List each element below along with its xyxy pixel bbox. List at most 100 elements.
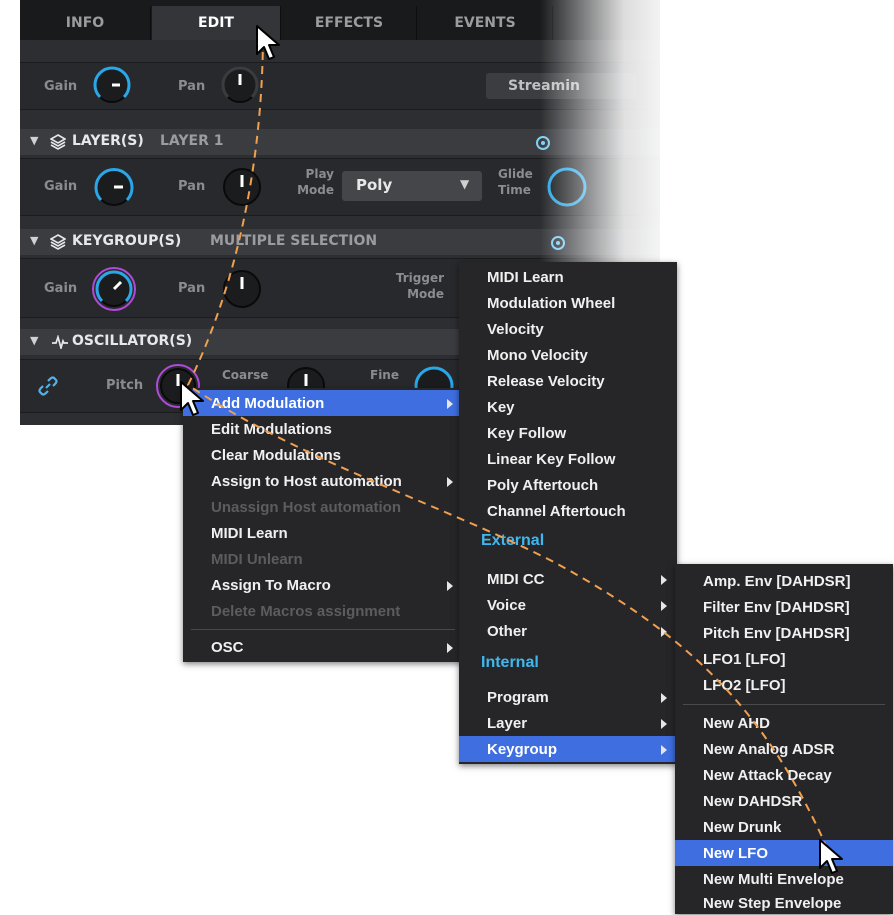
submenu-arrow-icon: [661, 627, 667, 637]
menu-item-label: Key: [487, 398, 515, 416]
menu-item-label: Assign to Host automation: [211, 472, 402, 490]
menu-item-label: Unassign Host automation: [211, 498, 402, 516]
layer-gain-knob[interactable]: [92, 165, 136, 209]
menu-item-label: OSC: [211, 638, 244, 656]
trigger-mode-label-2: Mode: [407, 287, 444, 301]
disclosure-triangle-icon[interactable]: ▼: [30, 134, 38, 147]
kg-item-lfo2[interactable]: LFO2 [LFO]: [675, 672, 893, 698]
link-icon[interactable]: [38, 376, 58, 396]
keygroup-gain-knob[interactable]: [90, 265, 138, 313]
menu-item-label: New Analog ADSR: [703, 740, 835, 758]
layer-header-value: LAYER 1: [160, 133, 224, 149]
layer-header-label: LAYER(S): [72, 133, 144, 149]
menu-item-label: Channel Aftertouch: [487, 502, 626, 520]
mod-item-poly-aftertouch[interactable]: Poly Aftertouch: [459, 472, 677, 498]
menu-item-label: Edit Modulations: [211, 420, 332, 438]
pitch-label: Pitch: [106, 378, 144, 393]
kg-item-new-lfo[interactable]: New LFO: [675, 840, 893, 866]
menu-item-osc[interactable]: OSC: [183, 634, 463, 660]
layer-pan-knob[interactable]: [220, 165, 264, 209]
tab-info[interactable]: INFO: [20, 6, 151, 40]
mod-item-mono-velocity[interactable]: Mono Velocity: [459, 342, 677, 368]
mouse-pointer-icon: [819, 839, 843, 874]
tab-events[interactable]: EVENTS: [418, 6, 553, 40]
tab-effects-label: EFFECTS: [314, 15, 384, 31]
mod-item-modulation-wheel[interactable]: Modulation Wheel: [459, 290, 677, 316]
kg-item-amp-env[interactable]: Amp. Env [DAHDSR]: [675, 568, 893, 594]
menu-item-label: New AHD: [703, 714, 770, 732]
play-mode-label-1: Play: [305, 167, 334, 181]
section-heading-external: External: [481, 532, 545, 549]
mod-item-velocity[interactable]: Velocity: [459, 316, 677, 342]
menu-item-label: Clear Modulations: [211, 446, 342, 464]
menu-item-label: Linear Key Follow: [487, 450, 616, 468]
menu-item-label: New Drunk: [703, 818, 782, 836]
menu-separator: [191, 629, 455, 630]
menu-item-label: Voice: [487, 596, 526, 614]
mod-item-key-follow[interactable]: Key Follow: [459, 420, 677, 446]
mod-item-release-velocity[interactable]: Release Velocity: [459, 368, 677, 394]
kg-item-lfo1[interactable]: LFO1 [LFO]: [675, 646, 893, 672]
menu-item-label: Other: [487, 622, 528, 640]
mod-item-midi-learn[interactable]: MIDI Learn: [459, 264, 677, 290]
fine-label: Fine: [370, 368, 399, 382]
mod-item-keygroup[interactable]: Keygroup: [459, 736, 677, 762]
program-gain-label: Gain: [44, 79, 78, 94]
play-mode-select[interactable]: Poly ▼: [342, 171, 482, 201]
kg-item-new-attack-decay[interactable]: New Attack Decay: [675, 762, 893, 788]
disclosure-triangle-icon[interactable]: ▼: [30, 334, 38, 347]
keygroup-header-value: MULTIPLE SELECTION: [210, 233, 378, 249]
mod-item-midi-cc[interactable]: MIDI CC: [459, 566, 677, 592]
menu-item-add-modulation[interactable]: Add Modulation: [183, 390, 463, 416]
tab-info-label: INFO: [65, 15, 105, 31]
keygroup-pan-label: Pan: [178, 281, 206, 296]
submenu-arrow-icon: [447, 477, 453, 487]
submenu-arrow-icon: [661, 575, 667, 585]
kg-item-new-step-envelope[interactable]: New Step Envelope: [675, 892, 893, 914]
menu-item-edit-modulations[interactable]: Edit Modulations: [183, 416, 463, 442]
keygroup-pan-knob[interactable]: [220, 267, 264, 311]
kg-item-new-drunk[interactable]: New Drunk: [675, 814, 893, 840]
submenu-arrow-icon: [447, 399, 453, 409]
kg-item-pitch-env[interactable]: Pitch Env [DAHDSR]: [675, 620, 893, 646]
tab-effects[interactable]: EFFECTS: [282, 6, 417, 40]
kg-item-new-multi-envelope[interactable]: New Multi Envelope: [675, 866, 893, 892]
menu-item-clear-modulations[interactable]: Clear Modulations: [183, 442, 463, 468]
chevron-down-icon: ▼: [460, 177, 470, 191]
kg-item-new-dahdsr[interactable]: New DAHDSR: [675, 788, 893, 814]
submenu-arrow-icon: [661, 601, 667, 611]
menu-item-label: New Step Envelope: [703, 894, 842, 912]
menu-item-label: Velocity: [487, 320, 544, 338]
menu-item-label: Modulation Wheel: [487, 294, 616, 312]
menu-item-assign-host-automation[interactable]: Assign to Host automation: [183, 468, 463, 494]
mod-item-voice[interactable]: Voice: [459, 592, 677, 618]
layers-icon: [50, 134, 66, 150]
program-gain-knob[interactable]: [92, 65, 132, 105]
mod-item-other[interactable]: Other: [459, 618, 677, 644]
menu-item-label: Release Velocity: [487, 372, 605, 390]
mod-item-linear-key-follow[interactable]: Linear Key Follow: [459, 446, 677, 472]
kg-item-new-analog-adsr[interactable]: New Analog ADSR: [675, 736, 893, 762]
submenu-arrow-icon: [447, 581, 453, 591]
menu-item-assign-to-macro[interactable]: Assign To Macro: [183, 572, 463, 598]
menu-item-delete-macros-assignment: Delete Macros assignment: [183, 598, 463, 624]
layer-pan-label: Pan: [178, 179, 206, 194]
mod-item-channel-aftertouch[interactable]: Channel Aftertouch: [459, 498, 677, 524]
mod-item-program[interactable]: Program: [459, 684, 677, 710]
section-heading-internal: Internal: [481, 654, 539, 671]
menu-item-midi-unlearn: MIDI Unlearn: [183, 546, 463, 572]
menu-item-label: MIDI Learn: [211, 524, 288, 542]
menu-item-label: Amp. Env [DAHDSR]: [703, 572, 851, 590]
program-pan-knob[interactable]: [220, 65, 260, 105]
mod-item-layer[interactable]: Layer: [459, 710, 677, 736]
kg-item-new-ahd[interactable]: New AHD: [675, 710, 893, 736]
tab-events-label: EVENTS: [454, 15, 516, 31]
disclosure-triangle-icon[interactable]: ▼: [30, 234, 38, 247]
submenu-arrow-icon: [447, 643, 453, 653]
menu-item-midi-learn[interactable]: MIDI Learn: [183, 520, 463, 546]
kg-item-filter-env[interactable]: Filter Env [DAHDSR]: [675, 594, 893, 620]
menu-item-label: Mono Velocity: [487, 346, 588, 364]
menu-item-label: Assign To Macro: [211, 576, 331, 594]
mod-item-key[interactable]: Key: [459, 394, 677, 420]
menu-item-label: Key Follow: [487, 424, 567, 442]
